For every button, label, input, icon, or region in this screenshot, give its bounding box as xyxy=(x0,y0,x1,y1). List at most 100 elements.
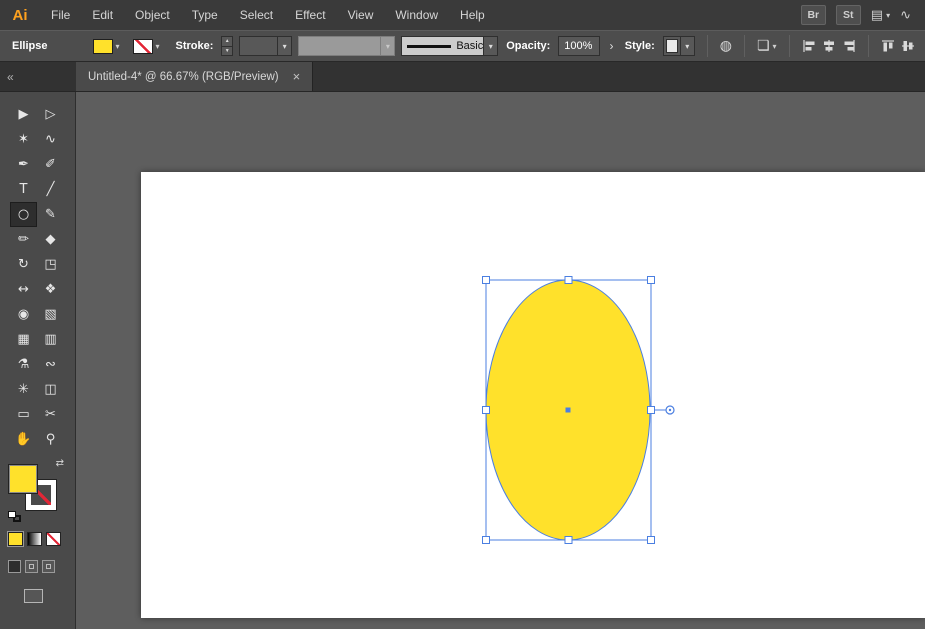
selection-handle-e[interactable] xyxy=(648,407,655,414)
fill-color-swatch[interactable] xyxy=(93,39,113,54)
divider xyxy=(707,35,708,57)
stroke-weight-stepper[interactable]: ▲ ▼ xyxy=(221,36,233,56)
color-button[interactable] xyxy=(8,532,23,546)
divider xyxy=(789,35,790,57)
stroke-weight-label: Stroke: xyxy=(176,40,214,52)
lasso-tool[interactable]: ∿ xyxy=(37,127,64,152)
selection-handle-n[interactable] xyxy=(565,277,572,284)
chevron-down-icon: ▾ xyxy=(773,42,777,51)
vertical-align-top-icon xyxy=(881,39,895,53)
chevron-down-icon[interactable]: ▾ xyxy=(680,37,694,55)
swap-fill-stroke-icon[interactable]: ⇄ xyxy=(56,458,64,469)
free-transform-tool[interactable]: ❖ xyxy=(37,277,64,302)
draw-behind-button[interactable] xyxy=(25,560,38,573)
chevron-down-icon[interactable]: ▾ xyxy=(483,37,497,55)
stepper-down-icon[interactable]: ▼ xyxy=(222,47,232,56)
magic-wand-tool[interactable]: ✶ xyxy=(10,127,37,152)
ellipse-tool[interactable]: ○ xyxy=(10,202,37,227)
column-graph-tool[interactable]: ◫ xyxy=(37,377,64,402)
fill-color-control[interactable]: ▾ xyxy=(93,39,119,54)
menu-edit[interactable]: Edit xyxy=(81,0,124,30)
collapse-tools-button[interactable]: « xyxy=(0,62,76,91)
hand-tool[interactable]: ✋ xyxy=(10,427,37,452)
default-fill-stroke-icon[interactable] xyxy=(8,511,21,522)
canvas[interactable] xyxy=(76,92,925,629)
selection-handle-s[interactable] xyxy=(565,537,572,544)
line-segment-tool[interactable]: ╱ xyxy=(37,177,64,202)
collapse-icon: « xyxy=(7,70,14,84)
pencil-tool[interactable]: ✏ xyxy=(10,227,37,252)
graphic-style-select[interactable]: ▾ xyxy=(663,36,695,56)
width-tool[interactable]: ↔ xyxy=(10,277,37,302)
menu-object[interactable]: Object xyxy=(124,0,181,30)
bridge-button[interactable]: Br xyxy=(801,5,826,25)
isolate-object-button[interactable]: ❏ ▾ xyxy=(757,38,777,54)
menu-help[interactable]: Help xyxy=(449,0,496,30)
control-bar: Ellipse ▾ ▾ Stroke: ▲ ▼ ▾ ▾ Basic ▾ Opac… xyxy=(0,30,925,62)
draw-inside-button[interactable] xyxy=(42,560,55,573)
stock-button[interactable]: St xyxy=(836,5,861,25)
selection-type-label: Ellipse xyxy=(12,40,47,52)
stepper-up-icon[interactable]: ▲ xyxy=(222,37,232,47)
eyedropper-tool[interactable]: ⚗ xyxy=(10,352,37,377)
chevron-down-icon[interactable]: ▾ xyxy=(277,37,291,55)
chevron-down-icon: ▾ xyxy=(115,42,119,51)
slice-tool[interactable]: ✂ xyxy=(37,402,64,427)
stroke-color-control[interactable]: ▾ xyxy=(133,39,159,54)
rotate-tool[interactable]: ↻ xyxy=(10,252,37,277)
menu-effect[interactable]: Effect xyxy=(284,0,336,30)
default-fill-chip xyxy=(8,511,16,518)
selection-handle-se[interactable] xyxy=(648,537,655,544)
arrange-documents-button[interactable]: ▤ ▾ xyxy=(871,8,890,23)
gradient-tool[interactable]: ▥ xyxy=(37,327,64,352)
selection-handle-w[interactable] xyxy=(483,407,490,414)
none-button[interactable] xyxy=(46,532,61,546)
variable-width-profile-select[interactable]: Basic ▾ xyxy=(401,36,498,56)
selection-handle-sw[interactable] xyxy=(483,537,490,544)
align-center-button[interactable] xyxy=(822,38,836,54)
style-label: Style: xyxy=(625,40,655,52)
type-tool[interactable]: T xyxy=(10,177,37,202)
perspective-grid-tool[interactable]: ▧ xyxy=(37,302,64,327)
draw-normal-button[interactable] xyxy=(8,560,21,573)
stroke-color-swatch[interactable] xyxy=(133,39,153,54)
gradient-button[interactable] xyxy=(27,532,42,546)
pen-tool[interactable]: ✒ xyxy=(10,152,37,177)
zoom-tool[interactable]: ⚲ xyxy=(37,427,64,452)
menu-type[interactable]: Type xyxy=(181,0,229,30)
document-tab[interactable]: Untitled-4* @ 66.67% (RGB/Preview) × xyxy=(76,62,313,91)
menu-view[interactable]: View xyxy=(337,0,385,30)
menu-select[interactable]: Select xyxy=(229,0,284,30)
opacity-input[interactable]: 100% xyxy=(558,36,600,56)
menu-file[interactable]: File xyxy=(40,0,81,30)
align-left-button[interactable] xyxy=(802,38,816,54)
scale-tool[interactable]: ◳ xyxy=(37,252,64,277)
symbol-sprayer-tool[interactable]: ✳ xyxy=(10,377,37,402)
menu-window[interactable]: Window xyxy=(384,0,449,30)
opacity-label[interactable]: Opacity: xyxy=(506,40,550,52)
selection-tool[interactable]: ▶ xyxy=(10,102,37,127)
selection-handle-ne[interactable] xyxy=(648,277,655,284)
fill-indicator[interactable] xyxy=(8,464,38,494)
screen-mode-button[interactable] xyxy=(24,589,43,603)
recolor-artwork-icon[interactable]: ◍ xyxy=(720,38,732,54)
curvature-tool[interactable]: ✐ xyxy=(37,152,64,177)
sync-icon: ∿ xyxy=(900,8,911,23)
sync-status-button[interactable]: ∿ xyxy=(900,8,911,23)
paintbrush-tool[interactable]: ✎ xyxy=(37,202,64,227)
close-icon[interactable]: × xyxy=(293,69,301,84)
artboard-tool[interactable]: ▭ xyxy=(10,402,37,427)
drawing-modes-row xyxy=(8,560,75,573)
align-right-button[interactable] xyxy=(842,38,856,54)
selection-handle-nw[interactable] xyxy=(483,277,490,284)
stroke-weight-select[interactable]: ▾ xyxy=(239,36,292,56)
chevron-down-icon: ▾ xyxy=(155,42,159,51)
blend-tool[interactable]: ∾ xyxy=(37,352,64,377)
vertical-align-center-button[interactable] xyxy=(901,38,915,54)
mesh-tool[interactable]: ▦ xyxy=(10,327,37,352)
opacity-chevron-icon[interactable]: › xyxy=(606,36,617,56)
shape-builder-tool[interactable]: ◉ xyxy=(10,302,37,327)
direct-selection-tool[interactable]: ▷ xyxy=(37,102,64,127)
vertical-align-top-button[interactable] xyxy=(881,38,895,54)
eraser-tool[interactable]: ◆ xyxy=(37,227,64,252)
